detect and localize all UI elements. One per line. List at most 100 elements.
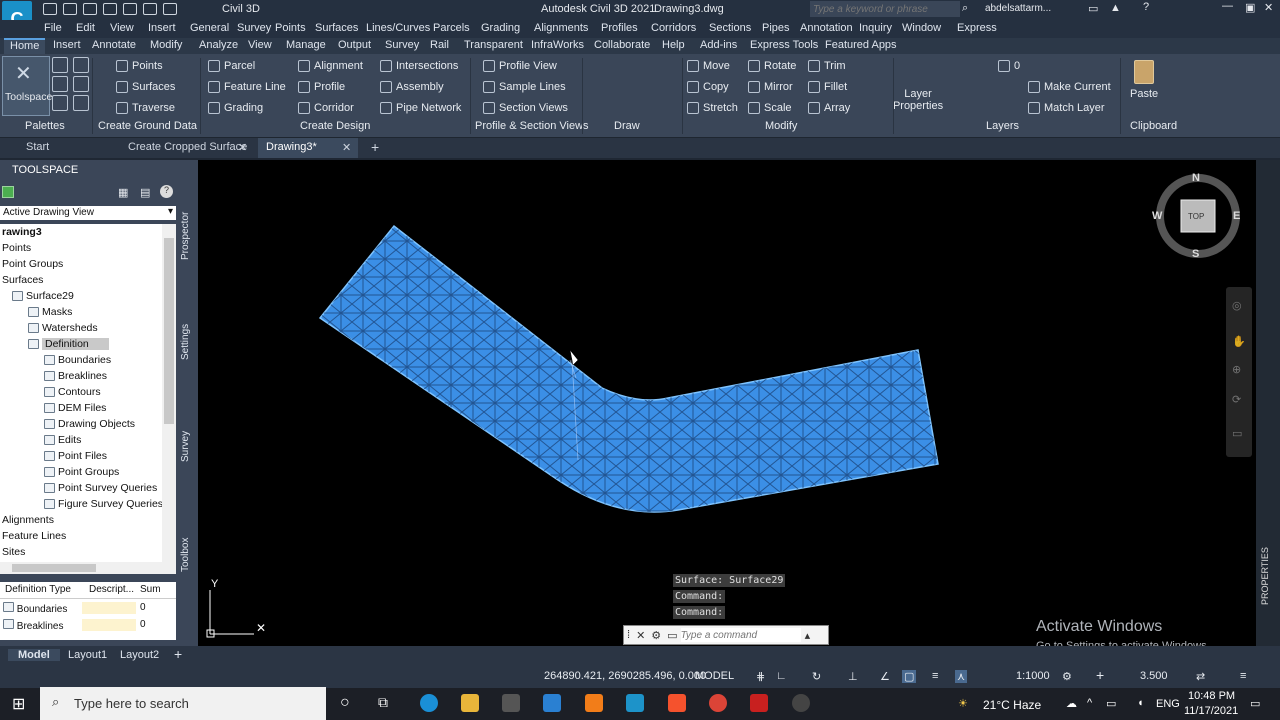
ribbon-group-clipboard[interactable]: Clipboard <box>1130 120 1177 132</box>
weather-icon[interactable]: ☀ <box>958 697 968 710</box>
file-explorer-icon[interactable] <box>461 694 479 712</box>
menu-insert[interactable]: Insert <box>148 22 176 34</box>
menu-parcels[interactable]: Parcels <box>433 22 470 34</box>
autocad-icon[interactable] <box>750 694 768 712</box>
menu-surfaces[interactable]: Surfaces <box>315 22 358 34</box>
tab-add-ins[interactable]: Add-ins <box>700 39 737 51</box>
menu-grading[interactable]: Grading <box>481 22 520 34</box>
ribbon-group-palettes[interactable]: Palettes <box>25 120 65 132</box>
table-row[interactable]: Boundaries <box>3 602 67 615</box>
obs-icon[interactable] <box>792 694 810 712</box>
orbit-icon[interactable]: ⟳ <box>1232 393 1241 406</box>
scroll-thumb[interactable] <box>164 238 174 424</box>
tree-scrollbar[interactable] <box>162 224 176 562</box>
properties-tab[interactable]: PROPERTIES <box>1260 547 1270 605</box>
palette-icon-3[interactable] <box>52 76 68 92</box>
tree-hscrollbar[interactable] <box>0 562 176 574</box>
language-indicator[interactable]: ENG <box>1156 698 1180 710</box>
taskbar-search[interactable]: ⌕ Type here to search <box>40 687 326 720</box>
clock-date[interactable]: 11/17/2021 <box>1184 705 1238 717</box>
layer-properties-button[interactable]: Layer Properties <box>893 88 943 112</box>
viewcube-top-label[interactable]: TOP <box>1188 212 1204 221</box>
toolspace-toggle-icon[interactable]: ▦ <box>118 186 128 199</box>
tree-item-boundaries[interactable]: Boundaries <box>44 354 111 366</box>
ribbon-array-button[interactable]: Array <box>808 102 850 114</box>
add-layout-icon[interactable]: + <box>174 646 182 662</box>
undo-icon[interactable] <box>143 3 157 15</box>
tree-item-breaklines[interactable]: Breaklines <box>44 370 107 382</box>
tab-survey[interactable]: Survey <box>180 431 191 462</box>
vlc-icon[interactable] <box>585 694 603 712</box>
palette-icon-2[interactable] <box>73 57 89 73</box>
tree-item-surfaces[interactable]: Surfaces <box>2 274 43 286</box>
redo-icon[interactable] <box>163 3 177 15</box>
new-icon[interactable] <box>43 3 57 15</box>
grid-icon[interactable]: ⋕ <box>756 670 765 683</box>
tree-item-alignments[interactable]: Alignments <box>2 514 54 526</box>
tree-item-figure-survey-queries[interactable]: Figure Survey Queries <box>44 498 162 510</box>
menu-view[interactable]: View <box>110 22 134 34</box>
workspace-selector[interactable]: Civil 3D <box>222 3 260 15</box>
tab-model[interactable]: Model <box>8 649 60 661</box>
lineweight-value[interactable]: 3.500 <box>1140 670 1168 682</box>
volume-icon[interactable]: ◖ <box>1137 697 1144 709</box>
chevron-up-icon[interactable]: ▴ <box>805 629 811 642</box>
ribbon-feature-line-button[interactable]: Feature Line <box>208 81 286 93</box>
ribbon-surfaces-button[interactable]: Surfaces <box>116 81 175 93</box>
model-space-toggle[interactable]: MODEL <box>695 670 734 682</box>
col-definition-type[interactable]: Definition Type <box>5 584 71 595</box>
ribbon-profile-button[interactable]: Profile <box>298 81 345 93</box>
tab-home[interactable]: Home <box>4 38 46 54</box>
cortana-icon[interactable]: ○ <box>340 694 350 712</box>
menu-express[interactable]: Express <box>957 22 997 34</box>
help-icon[interactable]: ? <box>1143 1 1149 13</box>
description-cell[interactable] <box>82 602 136 614</box>
tab-infraworks[interactable]: InfraWorks <box>531 39 584 51</box>
palette-icon-6[interactable] <box>73 95 89 111</box>
tab-prospector[interactable]: Prospector <box>180 212 191 260</box>
notification-icon[interactable]: ▭ <box>1250 697 1260 710</box>
tree-item-dem-files[interactable]: DEM Files <box>44 402 106 414</box>
tree-item-point-files[interactable]: Point Files <box>44 450 107 462</box>
ribbon-group-layers[interactable]: Layers <box>986 120 1019 132</box>
palette-icon-1[interactable] <box>52 57 68 73</box>
ribbon-match-layer-button[interactable]: Match Layer <box>1028 102 1105 114</box>
snap-icon[interactable]: ∟ <box>776 670 787 682</box>
ribbon-intersections-button[interactable]: Intersections <box>380 60 458 72</box>
close-tab-icon[interactable]: ✕ <box>238 141 247 154</box>
ribbon-group-profile-section-views[interactable]: Profile & Section Views <box>475 120 589 132</box>
tab-create-cropped-surface[interactable]: Create Cropped Surface <box>120 138 255 158</box>
recent-commands-icon[interactable]: ▭ <box>667 629 677 642</box>
mail-icon[interactable] <box>543 694 561 712</box>
tree-item-feature-lines[interactable]: Feature Lines <box>2 530 66 542</box>
tab-toolbox[interactable]: Toolbox <box>180 538 191 572</box>
tab-view[interactable]: View <box>248 39 272 51</box>
menu-survey[interactable]: Survey <box>237 22 271 34</box>
brave-icon[interactable] <box>668 694 686 712</box>
paste-button[interactable]: Paste <box>1130 60 1158 100</box>
ribbon-copy-button[interactable]: Copy <box>687 81 729 93</box>
tab-modify[interactable]: Modify <box>150 39 182 51</box>
toolspace-button[interactable]: ✕ Toolspace <box>2 56 52 116</box>
ribbon-assembly-button[interactable]: Assembly <box>380 81 444 93</box>
menu-edit[interactable]: Edit <box>76 22 95 34</box>
task-view-icon[interactable]: ⧉ <box>378 694 388 711</box>
annotation-menu-icon[interactable]: ≡ <box>932 670 938 682</box>
compass-e[interactable]: E <box>1233 210 1240 222</box>
menu-corridors[interactable]: Corridors <box>651 22 696 34</box>
tab-featured-apps[interactable]: Featured Apps <box>825 39 897 51</box>
tree-item-point-groups[interactable]: Point Groups <box>2 258 63 270</box>
tree-item-watersheds[interactable]: Watersheds <box>28 322 98 334</box>
plot-icon[interactable] <box>123 3 137 15</box>
clock-time[interactable]: 10:48 PM <box>1188 690 1235 702</box>
grip-icon[interactable]: ⁞ <box>627 629 630 641</box>
tab-express-tools[interactable]: Express Tools <box>750 39 818 51</box>
tab-transparent[interactable]: Transparent <box>464 39 523 51</box>
ribbon-profile-view-button[interactable]: Profile View <box>483 60 557 72</box>
selection-cycling-icon[interactable]: ▢ <box>902 670 917 683</box>
tree-item-edits[interactable]: Edits <box>44 434 81 446</box>
ribbon-group-create-design[interactable]: Create Design <box>300 120 370 132</box>
tab-output[interactable]: Output <box>338 39 371 51</box>
customize-icon[interactable]: ⚙ <box>651 629 661 642</box>
autodesk-a360-icon[interactable]: ▲ <box>1110 2 1121 14</box>
